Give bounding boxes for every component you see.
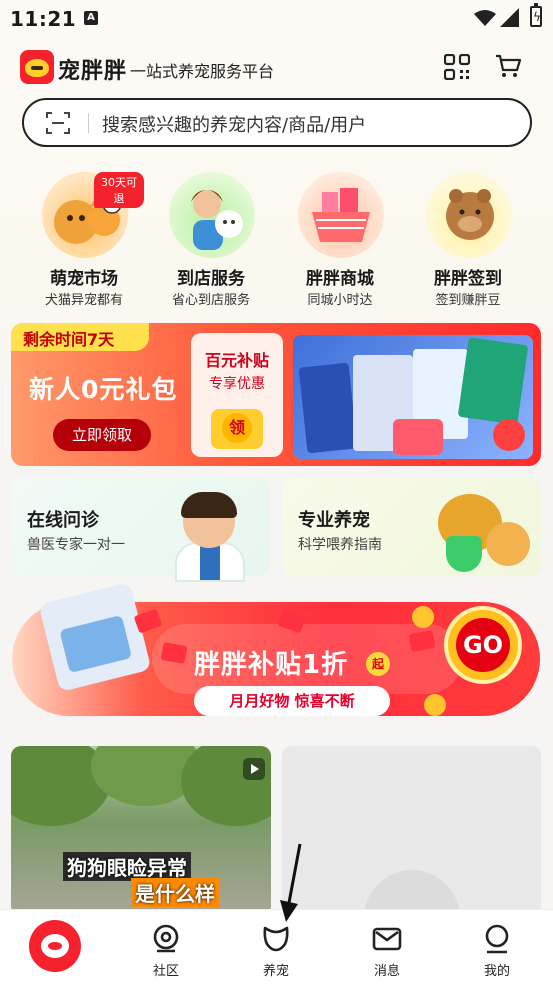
- cart-icon[interactable]: [494, 52, 522, 80]
- search-input[interactable]: 搜索感兴趣的养宠内容/商品/用户: [102, 111, 366, 137]
- tab-label: 社区: [152, 964, 179, 979]
- red-envelope-icon: [160, 642, 188, 664]
- message-icon: [372, 927, 402, 951]
- quick-menu-checkin[interactable]: 胖胖签到 签到赚胖豆: [408, 172, 528, 312]
- search-bar[interactable]: 搜索感兴趣的养宠内容/商品/用户: [22, 98, 532, 147]
- go-label: GO: [456, 618, 510, 672]
- claim-coin-icon: 领: [222, 413, 252, 443]
- cat-illustration: [486, 522, 530, 566]
- quick-menu-subtitle: 省心到店服务: [171, 293, 250, 308]
- quick-menu-title: 到店服务: [177, 269, 245, 289]
- checkin-icon: [426, 172, 512, 258]
- bottom-tab-bar: 社区 养宠 消息 我的: [0, 909, 553, 984]
- qr-code-icon[interactable]: [444, 54, 470, 80]
- quick-menu-subtitle: 签到赚胖豆: [435, 293, 501, 308]
- subsidy-card[interactable]: 百元补贴 专享优惠 领: [191, 333, 283, 457]
- promo-title-badge: 起: [366, 652, 390, 676]
- tab-profile[interactable]: 我的: [442, 910, 552, 984]
- status-time: 11:21: [10, 7, 77, 31]
- brand-name: 宠胖胖: [58, 59, 128, 84]
- quick-menu-title: 萌宠市场: [50, 269, 118, 289]
- subsidy-promo-banner[interactable]: 胖胖补贴1折 起 月月好物 惊喜不断 GO: [12, 581, 540, 724]
- subsidy-card-subtitle: 专享优惠: [209, 376, 265, 392]
- store-service-icon: [169, 172, 255, 258]
- annotation-arrow-icon: [280, 843, 302, 922]
- profile-icon: [485, 924, 509, 954]
- coin-icon: [412, 606, 434, 628]
- badge-30-days-return: 30天可退: [94, 172, 144, 208]
- service-title: 专业养宠: [298, 510, 370, 531]
- service-subtitle: 科学喂养指南: [298, 537, 382, 553]
- quick-menu-title: 胖胖签到: [434, 269, 502, 289]
- quick-menu-title: 胖胖商城: [306, 269, 374, 289]
- go-button[interactable]: GO: [444, 606, 522, 684]
- tab-home[interactable]: [0, 910, 110, 984]
- video-caption: 狗狗眼睑异常: [63, 852, 191, 881]
- app-header: 宠胖胖 一站式养宠服务平台: [0, 46, 553, 90]
- service-subtitle: 兽医专家一对一: [27, 537, 125, 553]
- quick-menu-subtitle: 犬猫异宠都有: [44, 293, 123, 308]
- products-image: [293, 335, 533, 459]
- promo-title: 胖胖补贴1折: [194, 650, 349, 680]
- new-user-gift-banner[interactable]: 剩余时间7天 新人0元礼包 立即领取 百元补贴 专享优惠 领: [11, 323, 541, 466]
- brand-slogan: 一站式养宠服务平台: [130, 62, 275, 81]
- feed-video-card[interactable]: 狗狗眼睑异常 是什么样: [11, 746, 271, 916]
- tab-label: 养宠: [262, 964, 289, 979]
- petcare-icon: [263, 926, 289, 952]
- tab-label: 消息: [373, 964, 400, 979]
- home-logo-icon: [29, 920, 81, 972]
- status-bar: 11:21 A ϟ: [0, 0, 553, 36]
- feed-placeholder-card[interactable]: [282, 746, 541, 916]
- promo-subtitle: 月月好物 惊喜不断: [194, 686, 390, 716]
- battery-icon: ϟ: [530, 3, 542, 27]
- new-user-gift-title: 新人0元礼包: [29, 375, 178, 404]
- scan-icon[interactable]: [46, 111, 70, 135]
- professional-petcare-card[interactable]: 专业养宠 科学喂养指南: [282, 478, 541, 576]
- quick-menu-store-service[interactable]: 到店服务 省心到店服务: [151, 172, 271, 312]
- a-icon: A: [84, 11, 98, 25]
- subsidy-card-title: 百元补贴: [204, 351, 269, 370]
- quick-menu-pet-market[interactable]: 30天可退 萌宠市场 犬猫异宠都有: [24, 172, 144, 312]
- remaining-time-tag: 剩余时间7天: [11, 323, 149, 351]
- wifi-icon: [474, 10, 496, 26]
- logo-icon: [20, 50, 54, 84]
- mall-icon: [298, 172, 384, 258]
- search-divider: [88, 113, 89, 133]
- play-icon: [243, 758, 265, 780]
- coin-icon: [424, 694, 446, 716]
- video-caption: 是什么样: [131, 878, 219, 907]
- cellular-icon: [500, 8, 519, 27]
- tab-label: 我的: [483, 964, 510, 979]
- shield-icon: [446, 536, 482, 572]
- claim-now-button[interactable]: 立即领取: [53, 419, 151, 451]
- service-title: 在线问诊: [27, 510, 99, 531]
- quick-menu-mall[interactable]: 胖胖商城 同城小时达: [280, 172, 400, 312]
- tab-petcare[interactable]: 养宠: [221, 910, 331, 984]
- community-icon: [153, 924, 179, 953]
- online-consultation-card[interactable]: 在线问诊 兽医专家一对一: [11, 478, 270, 582]
- quick-menu-subtitle: 同城小时达: [307, 293, 373, 308]
- tab-messages[interactable]: 消息: [332, 910, 442, 984]
- tab-community[interactable]: 社区: [111, 910, 221, 984]
